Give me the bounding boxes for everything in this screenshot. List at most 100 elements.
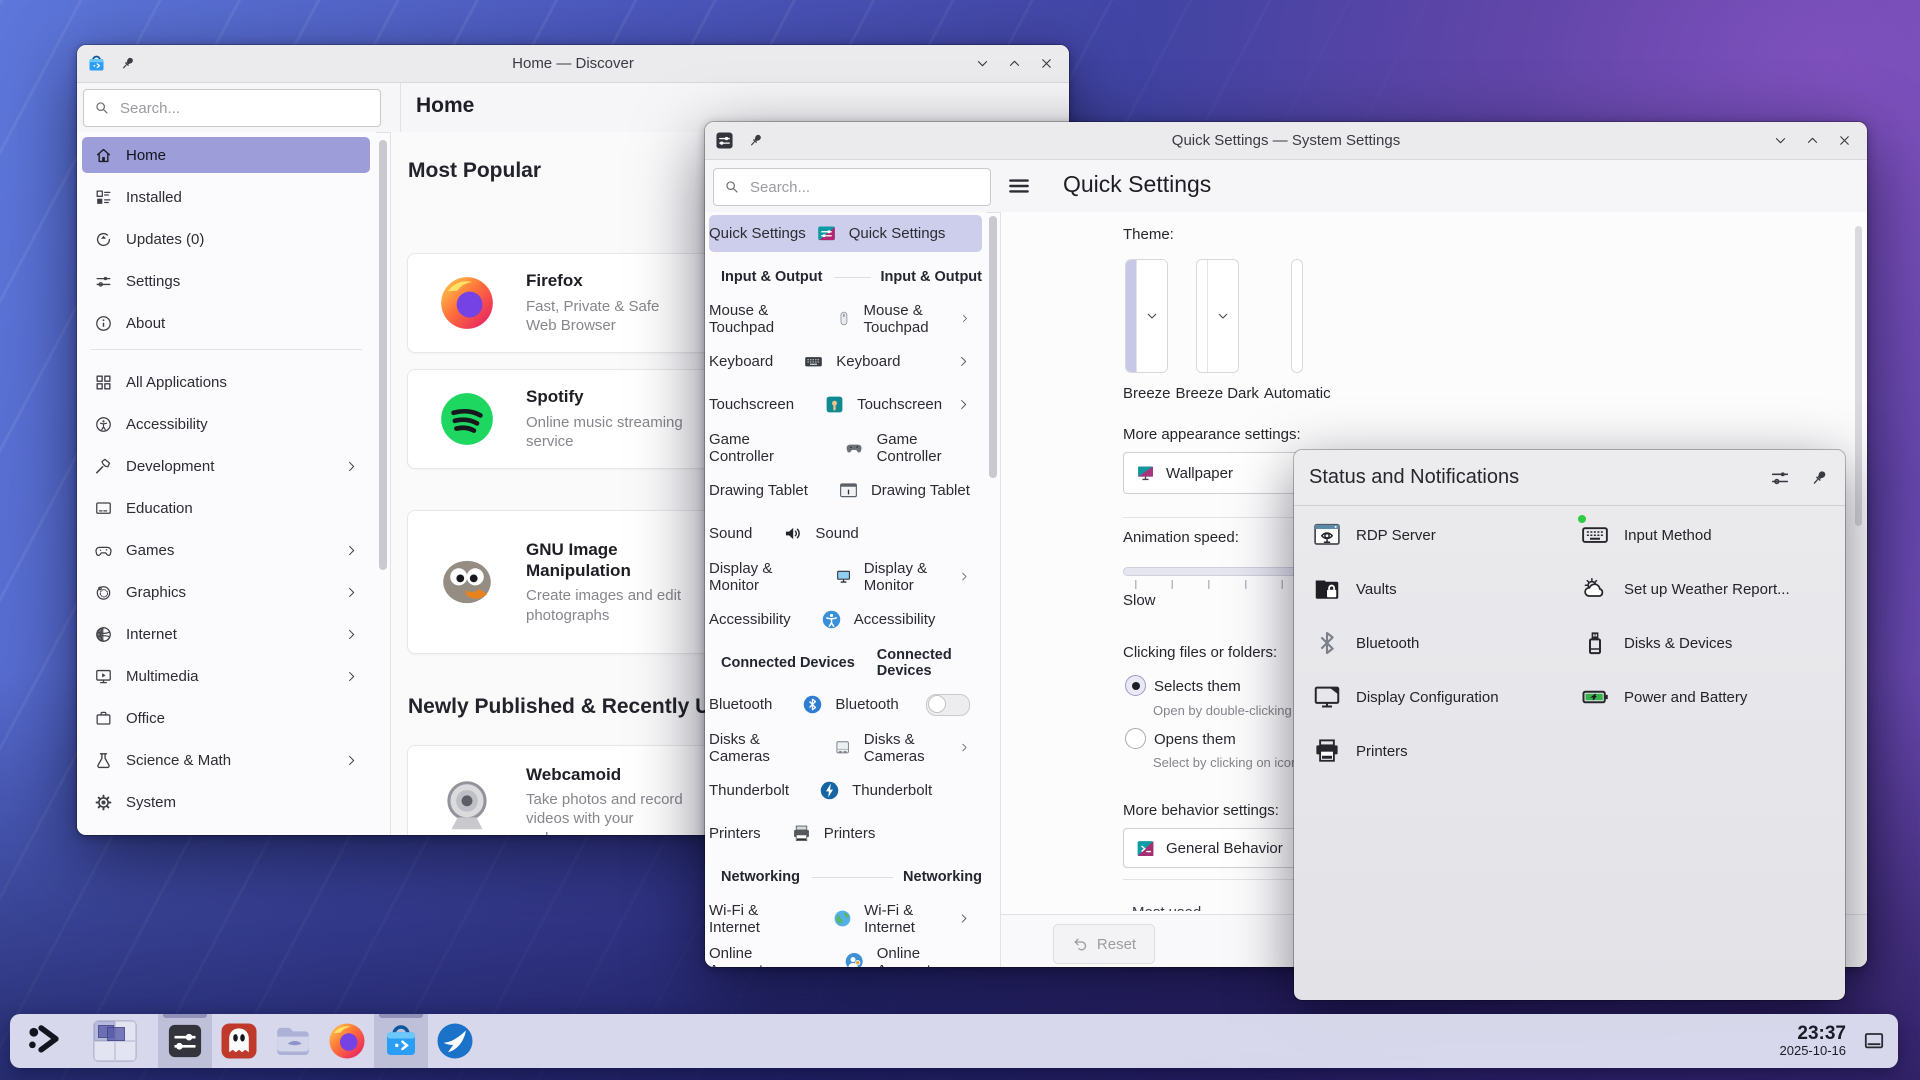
close-button[interactable] (1833, 130, 1855, 152)
sidebar-scrollbar[interactable] (986, 212, 1000, 967)
vaults[interactable]: Vaults (1312, 562, 1580, 616)
printers[interactable]: Printers (1312, 724, 1580, 778)
accessibility[interactable]: Accessibility Accessibility (709, 601, 982, 638)
volume[interactable] (1566, 1029, 1590, 1053)
discover-search[interactable] (83, 89, 381, 127)
section-header-label: Connected Devices (721, 655, 855, 671)
about[interactable]: About (82, 305, 370, 341)
internet[interactable]: Internet (82, 616, 370, 652)
game-controller[interactable]: Game Controller Game Controller (709, 429, 982, 466)
online-accounts[interactable]: Online Accounts Online Accounts (709, 943, 982, 967)
virtual-desktop-pager[interactable] (72, 1014, 158, 1068)
touchscreen[interactable]: Touchscreen Touchscreen (709, 386, 982, 423)
multimedia[interactable]: Multimedia (82, 658, 370, 694)
power-battery[interactable]: Power and Battery (1580, 670, 1845, 724)
content-scrollbar[interactable] (1855, 226, 1862, 526)
installed[interactable]: Installed (82, 179, 370, 215)
media-player[interactable] (1527, 1029, 1551, 1053)
bluetooth[interactable]: Bluetooth Bluetooth (709, 686, 982, 723)
theme-card[interactable] (1125, 259, 1168, 373)
search-input[interactable] (748, 178, 945, 197)
expand-tray[interactable] (1722, 1029, 1746, 1053)
show-desktop-button[interactable] (1858, 1021, 1890, 1061)
rdp-server[interactable]: RDP Server (1312, 508, 1580, 562)
radio-selects-them[interactable] (1125, 675, 1146, 696)
kickoff-icon (24, 1020, 66, 1062)
radio-label[interactable]: Opens them (1154, 731, 1236, 748)
input-method[interactable]: Input Method (1580, 508, 1845, 562)
science-math[interactable]: Science & Math (82, 742, 370, 778)
system[interactable]: System (82, 784, 370, 820)
app-launcher[interactable] (18, 1014, 72, 1068)
minimize-button[interactable] (971, 53, 993, 75)
system-settings-task[interactable] (158, 1014, 212, 1068)
settings[interactable]: Settings (82, 263, 370, 299)
theme-card[interactable] (1291, 259, 1303, 373)
updates-0[interactable]: Updates (0) (82, 221, 370, 257)
pin-icon[interactable] (119, 55, 136, 72)
maximize-button[interactable] (1003, 53, 1025, 75)
all-applications[interactable]: All Applications (82, 364, 370, 400)
window-title: Quick Settings — System Settings (705, 132, 1867, 149)
settings-titlebar[interactable]: Quick Settings — System Settings (705, 122, 1867, 160)
quick-settings[interactable]: Quick Settings Quick Settings (709, 215, 982, 252)
Breeze Dark[interactable]: Breeze Dark (1176, 259, 1259, 402)
science-icon (94, 751, 113, 770)
games[interactable]: Games (82, 532, 370, 568)
wi-fi-internet[interactable]: Wi-Fi & Internet Wi-Fi & Internet (709, 900, 982, 937)
Breeze[interactable]: Breeze (1123, 259, 1171, 402)
mouse-touchpad[interactable]: Mouse & Touchpad Mouse & Touchpad (709, 300, 982, 337)
configure-icon[interactable] (1769, 467, 1791, 489)
display-configuration[interactable]: Display Configuration (1312, 670, 1580, 724)
user-switcher[interactable] (1410, 1029, 1434, 1053)
radio-opens-them[interactable] (1125, 728, 1146, 749)
display-monitor[interactable]: Display & Monitor Display & Monitor (709, 558, 982, 595)
settings-search[interactable] (713, 168, 991, 206)
discover-titlebar[interactable]: Home — Discover (77, 45, 1069, 83)
close-button[interactable] (1035, 53, 1057, 75)
printers[interactable]: Printers Printers (709, 815, 982, 852)
hamburger-menu-icon[interactable] (1005, 173, 1033, 199)
keyboard[interactable]: Keyboard Keyboard (709, 343, 982, 380)
reset-button[interactable]: Reset (1053, 924, 1155, 964)
sidebar-scrollbar[interactable] (376, 132, 390, 835)
bluetooth-toggle[interactable] (926, 694, 970, 716)
development[interactable]: Development (82, 448, 370, 484)
education[interactable]: Education (82, 490, 370, 526)
disks-devices[interactable]: Disks & Devices (1580, 616, 1845, 670)
scrollbar-thumb[interactable] (989, 216, 997, 478)
theme-card[interactable] (1196, 259, 1239, 373)
dolphin-task[interactable] (266, 1014, 320, 1068)
firefox-task[interactable] (320, 1014, 374, 1068)
sound[interactable]: Sound Sound (709, 515, 982, 552)
scrollbar-thumb[interactable] (379, 140, 387, 570)
digital-clock[interactable]: 23:37 2025-10-16 (1780, 1014, 1847, 1068)
network[interactable] (1683, 1029, 1707, 1053)
theme-dropdown-button[interactable] (1207, 260, 1238, 372)
kde-app[interactable] (1644, 1029, 1668, 1053)
disks-cameras[interactable]: Disks & Cameras Disks & Cameras (709, 729, 982, 766)
falkon-task[interactable] (428, 1014, 482, 1068)
weather-report[interactable]: Set up Weather Report... (1580, 562, 1845, 616)
Automatic[interactable]: Automatic (1264, 259, 1331, 402)
pin-icon[interactable] (1809, 468, 1829, 488)
discover-task[interactable] (374, 1014, 428, 1068)
drawing-tablet[interactable]: Drawing Tablet Drawing Tablet (709, 472, 982, 509)
radio-label[interactable]: Selects them (1154, 678, 1241, 695)
bluetooth[interactable]: Bluetooth (1312, 616, 1580, 670)
brightness[interactable] (1605, 1029, 1629, 1053)
office[interactable]: Office (82, 700, 370, 736)
minimize-button[interactable] (1769, 130, 1791, 152)
thunderbolt[interactable]: Thunderbolt Thunderbolt (709, 772, 982, 809)
search-input[interactable] (118, 99, 329, 118)
home[interactable]: Home (82, 137, 370, 173)
ghostwriter-task[interactable] (212, 1014, 266, 1068)
cloud-sync[interactable] (1449, 1029, 1473, 1053)
notifications[interactable] (1371, 1029, 1395, 1053)
graphics[interactable]: Graphics (82, 574, 370, 610)
theme-dropdown-button[interactable] (1136, 260, 1167, 372)
clipboard[interactable] (1488, 1029, 1512, 1053)
pin-icon[interactable] (747, 132, 764, 149)
accessibility[interactable]: Accessibility (82, 406, 370, 442)
maximize-button[interactable] (1801, 130, 1823, 152)
